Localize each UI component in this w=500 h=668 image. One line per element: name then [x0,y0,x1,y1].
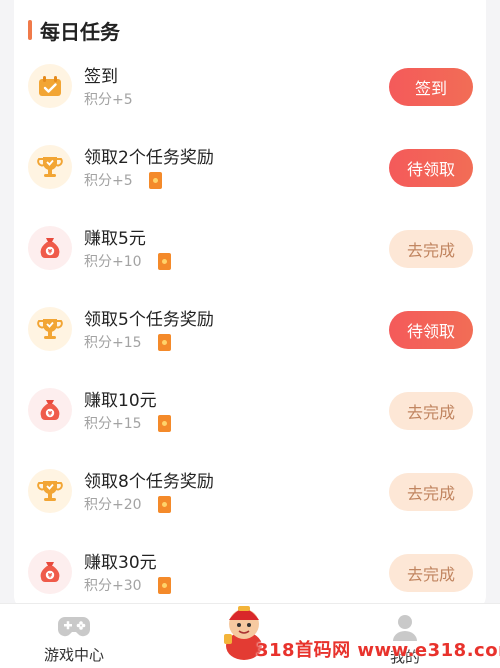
reward-card-icon [157,576,171,594]
task-row: ¥ 赚取30元积分+30 去完成 [14,542,486,602]
task-name: 赚取30元 [84,553,157,573]
reward-card-icon [157,414,171,432]
task-points-label: 积分+5 [84,173,133,189]
section-title: 每日任务 [40,19,120,44]
task-points: 积分+5 [84,170,162,190]
section-header: 每日任务 [28,14,120,46]
reward-card-icon [157,252,171,270]
task-row: 签到积分+5 签到 [14,56,486,116]
task-points: 积分+10 [84,251,171,271]
task-row: 领取2个任务奖励积分+5 待领取 [14,137,486,197]
trophy-icon [28,307,72,351]
task-action-button[interactable]: 去完成 [389,473,473,511]
tab-game-center-label: 游戏中心 [44,646,105,664]
task-action-button[interactable]: 去完成 [389,392,473,430]
daily-tasks-card: 每日任务 签到 积分+5 签到 领取2个任务奖励 积分+5 待领取 ¥ 赚取5元 积分+10 去完… [14,0,486,610]
task-points-label: 积分+10 [84,254,142,270]
reward-card-icon [157,495,171,513]
task-name: 领取8个任务奖励 [84,472,214,492]
tab-game-center[interactable]: 游戏中心 [44,614,104,665]
task-name: 赚取10元 [84,391,157,411]
task-points: 积分+15 [84,413,171,433]
task-action-button[interactable]: 签到 [389,68,473,106]
task-name: 赚取5元 [84,229,146,249]
money-bag-icon: ¥ [28,226,72,270]
task-points-label: 积分+5 [84,92,133,108]
task-row: 领取8个任务奖励积分+20 去完成 [14,461,486,521]
task-name: 领取5个任务奖励 [84,310,214,330]
calendar-check-icon [28,64,72,108]
money-bag-icon: ¥ [28,550,72,594]
gamepad-icon [58,617,90,637]
accent-bar [28,20,32,40]
trophy-icon [28,145,72,189]
task-points: 积分+30 [84,575,171,595]
task-name: 领取2个任务奖励 [84,148,214,168]
task-row: ¥ 赚取10元积分+15 去完成 [14,380,486,440]
task-action-button[interactable]: 待领取 [389,149,473,187]
task-action-button[interactable]: 去完成 [389,230,473,268]
task-row: 领取5个任务奖励积分+15 待领取 [14,299,486,359]
task-points: 积分+5 [84,89,133,109]
money-bag-icon: ¥ [28,388,72,432]
task-action-button[interactable]: 待领取 [389,311,473,349]
task-points-label: 积分+30 [84,578,142,594]
task-points-label: 积分+15 [84,416,142,432]
svg-text:¥: ¥ [48,410,53,418]
task-points: 积分+15 [84,332,171,352]
task-action-button[interactable]: 去完成 [389,554,473,592]
task-points: 积分+20 [84,494,171,514]
task-row: ¥ 赚取5元积分+10 去完成 [14,218,486,278]
task-name: 签到 [84,67,118,87]
svg-text:¥: ¥ [48,572,53,580]
reward-card-icon [148,171,162,189]
task-points-label: 积分+20 [84,497,142,513]
reward-card-icon [157,333,171,351]
task-points-label: 积分+15 [84,335,142,351]
trophy-icon [28,469,72,513]
watermark: 318首码网 www.e318.com [256,640,500,661]
svg-text:¥: ¥ [48,248,53,256]
